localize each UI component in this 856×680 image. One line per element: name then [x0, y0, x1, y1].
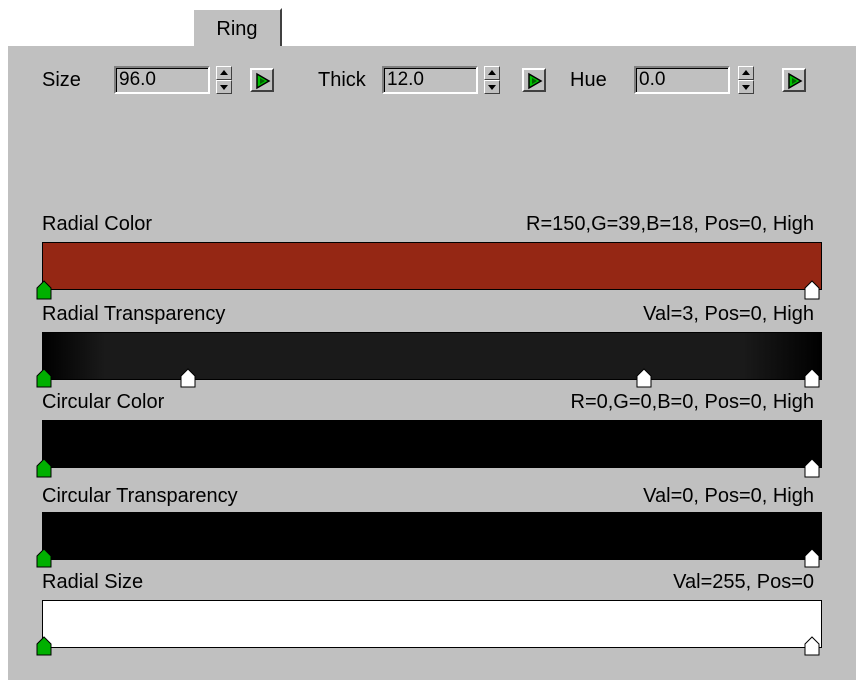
ring-panel: Size 96.0 Thick 12.0 Hue 0.0 Radial Colo… [8, 44, 856, 680]
circular-color-label: Circular Color [42, 391, 165, 413]
circular-transparency-label: Circular Transparency [42, 485, 238, 507]
circular-color-gradient-bar[interactable] [42, 420, 822, 468]
flag-active-icon[interactable] [36, 548, 52, 568]
tab-ring[interactable]: Ring [192, 8, 282, 46]
radial-transparency-info: Val=3, Pos=0, High [643, 303, 814, 325]
radial-size-gradient-bar[interactable] [42, 600, 822, 648]
flag-icon[interactable] [804, 548, 820, 568]
circular-transparency-gradient-bar[interactable] [42, 512, 822, 560]
size-key-button[interactable] [250, 68, 274, 92]
thick-spinner-down-icon[interactable] [484, 80, 500, 94]
hue-label: Hue [570, 69, 607, 91]
size-spinner-up-icon[interactable] [216, 66, 232, 80]
flag-active-icon[interactable] [36, 368, 52, 388]
flag-icon[interactable] [636, 368, 652, 388]
flag-active-icon[interactable] [36, 636, 52, 656]
flag-icon[interactable] [804, 280, 820, 300]
radial-size-label: Radial Size [42, 571, 144, 593]
hue-input[interactable]: 0.0 [634, 66, 730, 94]
radial-transparency-label: Radial Transparency [42, 303, 226, 325]
radial-color-label: Radial Color [42, 213, 153, 235]
radial-transparency-gradient-bar[interactable] [42, 332, 822, 380]
flag-icon[interactable] [180, 368, 196, 388]
thick-spinner-up-icon[interactable] [484, 66, 500, 80]
size-spinner-down-icon[interactable] [216, 80, 232, 94]
size-input[interactable]: 96.0 [114, 66, 210, 94]
hue-key-button[interactable] [782, 68, 806, 92]
flag-active-icon[interactable] [36, 280, 52, 300]
set-key-icon [256, 72, 271, 90]
set-key-icon [788, 72, 803, 90]
flag-icon[interactable] [804, 458, 820, 478]
set-key-icon [528, 72, 543, 90]
flag-icon[interactable] [804, 636, 820, 656]
size-label: Size [42, 69, 81, 91]
circular-color-info: R=0,G=0,B=0, Pos=0, High [570, 391, 815, 413]
thick-label: Thick [318, 69, 366, 91]
thick-spinner[interactable] [484, 66, 500, 94]
flag-icon[interactable] [804, 368, 820, 388]
hue-spinner-down-icon[interactable] [738, 80, 754, 94]
thick-key-button[interactable] [522, 68, 546, 92]
hue-spinner[interactable] [738, 66, 754, 94]
hue-spinner-up-icon[interactable] [738, 66, 754, 80]
radial-color-gradient-bar[interactable] [42, 242, 822, 290]
flag-active-icon[interactable] [36, 458, 52, 478]
size-spinner[interactable] [216, 66, 232, 94]
circular-transparency-info: Val=0, Pos=0, High [643, 485, 814, 507]
radial-size-info: Val=255, Pos=0 [673, 571, 814, 593]
radial-color-info: R=150,G=39,B=18, Pos=0, High [526, 213, 814, 235]
thick-input[interactable]: 12.0 [382, 66, 478, 94]
